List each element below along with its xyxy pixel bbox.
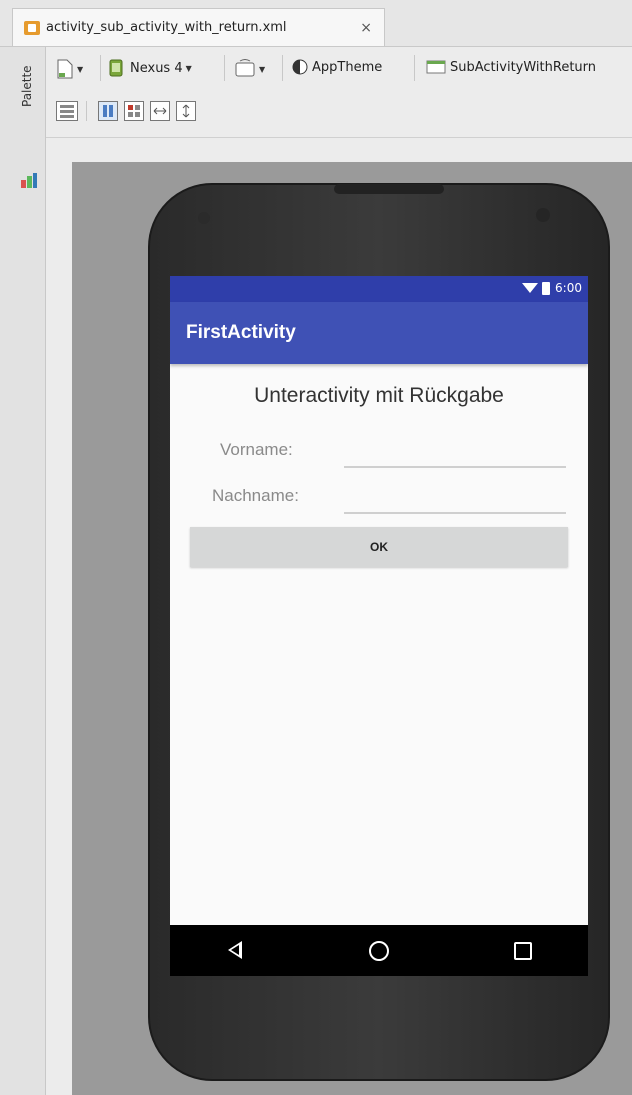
rotate-icon (235, 59, 255, 77)
activity-label: SubActivityWithReturn (450, 59, 597, 75)
back-icon[interactable] (228, 941, 242, 959)
toolbar-separator (86, 101, 87, 121)
phone-speaker (334, 184, 444, 194)
chevron-down-icon: ▼ (185, 63, 192, 73)
navigation-bar (170, 925, 588, 976)
battery-icon (542, 281, 551, 295)
home-icon[interactable] (369, 941, 389, 961)
phone-camera (536, 208, 550, 222)
device-icon (109, 59, 123, 77)
match-width-icon[interactable] (150, 101, 170, 121)
tab-label: activity_sub_activity_with_return.xml (46, 20, 287, 35)
first-name-label: Vorname: (220, 440, 293, 459)
phone-screen: 6:00 FirstActivity Unteractivity mit Rüc… (170, 276, 588, 976)
status-time: 6:00 (555, 281, 582, 295)
toolbar-separator (282, 55, 283, 81)
status-icons: 6:00 (522, 281, 582, 295)
theme-selector[interactable]: AppTheme (292, 59, 382, 75)
last-name-label: Nachname: (212, 486, 299, 505)
content-title: Unteractivity mit Rückgabe (254, 384, 504, 407)
new-layout-dropdown[interactable]: ▼ (56, 59, 83, 79)
toolbar-separator (100, 55, 101, 81)
toolbar-separator (414, 55, 415, 81)
last-name-input[interactable] (344, 482, 566, 514)
app-title: FirstActivity (186, 322, 296, 343)
tab-layout-file[interactable]: activity_sub_activity_with_return.xml × (12, 8, 385, 46)
activity-selector[interactable]: SubActivityWithReturn (426, 59, 596, 75)
match-height-icon[interactable] (176, 101, 196, 121)
ok-button[interactable]: OK (190, 527, 568, 567)
toolbar-separator (224, 55, 225, 81)
activity-icon (426, 60, 446, 74)
chevron-down-icon: ▼ (77, 64, 84, 74)
orientation-dropdown[interactable]: ▼ (234, 59, 265, 79)
layout-toolbar: ▼ Nexus 4 ▼ ▼ AppTheme SubActivityWithRe… (46, 47, 632, 138)
recents-icon[interactable] (514, 942, 532, 960)
xml-file-icon (24, 20, 40, 35)
close-icon[interactable]: × (360, 20, 372, 36)
layout-grid-icon[interactable] (124, 101, 144, 121)
device-label: Nexus 4 (130, 60, 183, 76)
theme-label: AppTheme (312, 59, 383, 75)
palette-icon[interactable] (20, 171, 38, 189)
layout-list-icon[interactable] (56, 101, 78, 121)
document-icon (57, 59, 73, 79)
app-bar: FirstActivity (170, 302, 588, 364)
chevron-down-icon: ▼ (259, 64, 266, 74)
first-name-input[interactable] (344, 436, 566, 468)
palette-panel-strip[interactable]: Palette (0, 47, 46, 1095)
theme-icon (292, 59, 308, 75)
device-dropdown[interactable]: Nexus 4 ▼ (108, 59, 192, 77)
wifi-icon (522, 283, 539, 293)
layout-vertical-icon[interactable] (98, 101, 118, 121)
phone-sensor (198, 212, 210, 224)
palette-label[interactable]: Palette (20, 65, 34, 107)
status-bar: 6:00 (170, 276, 588, 302)
editor-tab-bar: activity_sub_activity_with_return.xml × (0, 0, 632, 47)
